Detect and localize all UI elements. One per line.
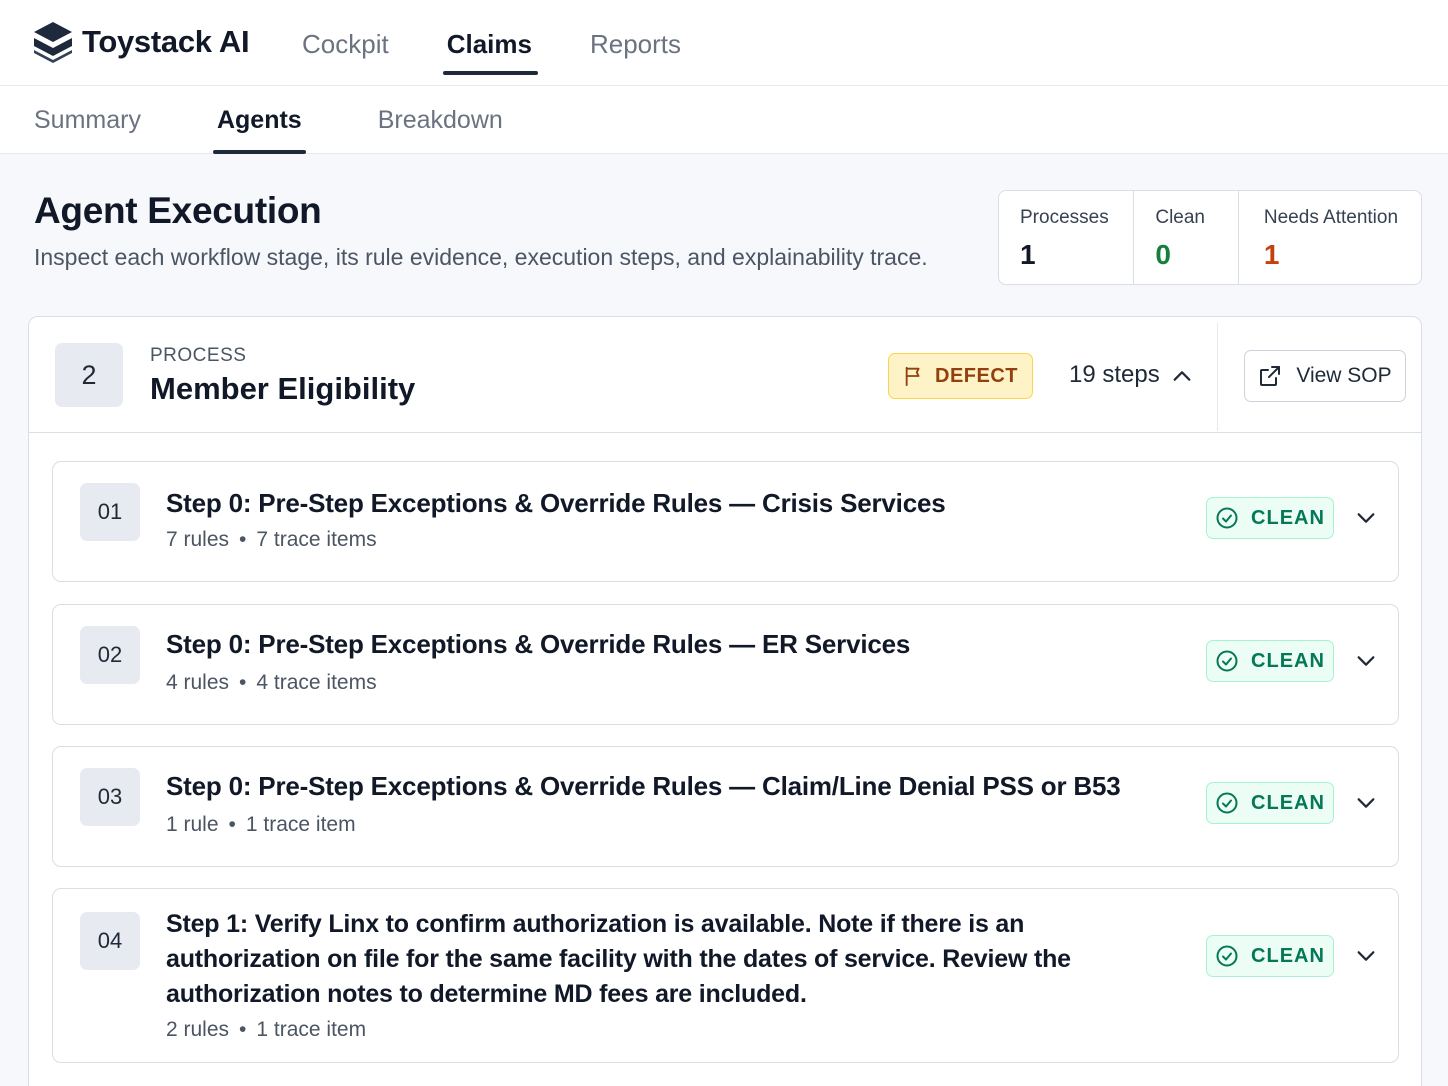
step-trace-count: 1 trace item: [256, 1018, 367, 1041]
status-label: CLEAN: [1251, 944, 1325, 967]
process-card: 2 PROCESS Member Eligibility DEFECT 19 s…: [28, 316, 1422, 1086]
step-title: Step 0: Pre-Step Exceptions & Override R…: [166, 771, 1121, 801]
external-link-icon: [1260, 366, 1281, 386]
step-row[interactable]: 02 Step 0: Pre-Step Exceptions & Overrid…: [52, 604, 1399, 725]
stat-needs-attention: Needs Attention 1: [1239, 191, 1421, 284]
step-number: 01: [80, 483, 140, 541]
step-trace-count: 4 trace items: [256, 671, 377, 694]
tab-reports[interactable]: Reports: [590, 0, 681, 86]
brand[interactable]: Toystack AI: [32, 18, 250, 66]
steps-count: 19 steps: [1069, 361, 1160, 388]
stat-value: 1: [1020, 239, 1036, 270]
chevron-down-icon[interactable]: [1355, 650, 1377, 672]
stat-label: Clean: [1155, 207, 1206, 228]
step-title: Step 1: Verify Linx to confirm authoriza…: [166, 910, 1071, 1008]
step-meta: 1 rule • 1 trace item: [166, 813, 356, 836]
status-label: CLEAN: [1251, 506, 1325, 529]
step-meta: 7 rules • 7 trace items: [166, 528, 377, 551]
step-row[interactable]: 01 Step 0: Pre-Step Exceptions & Overrid…: [52, 461, 1399, 582]
step-number: 02: [80, 626, 140, 684]
clean-status-badge: CLEAN: [1206, 640, 1334, 682]
step-trace-count: 1 trace item: [245, 813, 356, 836]
stat-clean: Clean 0: [1134, 191, 1239, 284]
step-rules-count: 7 rules: [166, 528, 230, 551]
toystack-logo-icon: [34, 22, 72, 63]
status-label: CLEAN: [1251, 791, 1325, 814]
step-rules-count: 1 rule: [166, 813, 219, 836]
tab-breakdown[interactable]: Breakdown: [378, 86, 503, 154]
step-meta: 2 rules • 1 trace item: [166, 1018, 367, 1041]
stat-value: 0: [1155, 239, 1171, 270]
defect-badge: DEFECT: [888, 353, 1033, 399]
status-label: CLEAN: [1251, 649, 1325, 672]
tab-claims[interactable]: Claims: [442, 0, 539, 86]
step-trace-count: 7 trace items: [256, 528, 377, 551]
step-number: 03: [80, 768, 140, 826]
clean-status-badge: CLEAN: [1206, 497, 1334, 539]
top-nav-tabs: Cockpit Claims Reports: [302, 0, 739, 86]
stats-summary: Processes 1 Clean 0 Needs Attention 1: [998, 190, 1422, 285]
header-divider: [1217, 323, 1218, 431]
step-title: Step 0: Pre-Step Exceptions & Override R…: [166, 629, 911, 659]
check-circle-icon: [1216, 945, 1238, 967]
brand-name: Toystack AI: [82, 24, 250, 59]
chevron-up-icon[interactable]: [1171, 365, 1193, 387]
chevron-down-icon[interactable]: [1355, 945, 1377, 967]
page-title: Agent Execution: [34, 190, 322, 231]
defect-badge-label: DEFECT: [935, 364, 1018, 387]
flag-icon: [905, 366, 920, 387]
chevron-down-icon[interactable]: [1355, 507, 1377, 529]
process-title: Member Eligibility: [150, 371, 416, 406]
sub-nav-tabs: Summary Agents Breakdown: [34, 86, 579, 154]
step-row[interactable]: 03 Step 0: Pre-Step Exceptions & Overrid…: [52, 746, 1399, 867]
chevron-down-icon[interactable]: [1355, 792, 1377, 814]
view-sop-button[interactable]: View SOP: [1244, 350, 1406, 402]
top-navigation-bar: Toystack AI Cockpit Claims Reports: [0, 0, 1448, 86]
sub-navigation-bar: Summary Agents Breakdown: [0, 86, 1448, 154]
check-circle-icon: [1216, 650, 1238, 672]
tab-summary[interactable]: Summary: [34, 86, 141, 154]
step-rules-count: 4 rules: [166, 671, 230, 694]
tab-cockpit[interactable]: Cockpit: [302, 0, 389, 86]
step-rules-count: 2 rules: [166, 1018, 230, 1041]
check-circle-icon: [1216, 792, 1238, 814]
step-row[interactable]: 04 Step 1: Verify Linx to confirm author…: [52, 888, 1399, 1063]
stat-label: Processes: [1020, 207, 1109, 228]
stat-label: Needs Attention: [1263, 207, 1399, 228]
step-title: Step 0: Pre-Step Exceptions & Override R…: [166, 488, 946, 518]
process-kicker: PROCESS: [150, 345, 247, 366]
stat-value: 1: [1263, 239, 1280, 270]
check-circle-icon: [1216, 507, 1238, 529]
clean-status-badge: CLEAN: [1206, 935, 1334, 977]
process-number: 2: [55, 343, 123, 407]
stat-processes: Processes 1: [999, 191, 1135, 284]
step-meta: 4 rules • 4 trace items: [166, 671, 377, 694]
page-subtitle: Inspect each workflow stage, its rule ev…: [34, 244, 928, 270]
view-sop-label: View SOP: [1296, 364, 1392, 387]
clean-status-badge: CLEAN: [1206, 782, 1334, 824]
step-number: 04: [80, 912, 140, 970]
process-header[interactable]: 2 PROCESS Member Eligibility DEFECT 19 s…: [29, 317, 1421, 433]
tab-agents[interactable]: Agents: [212, 86, 306, 154]
